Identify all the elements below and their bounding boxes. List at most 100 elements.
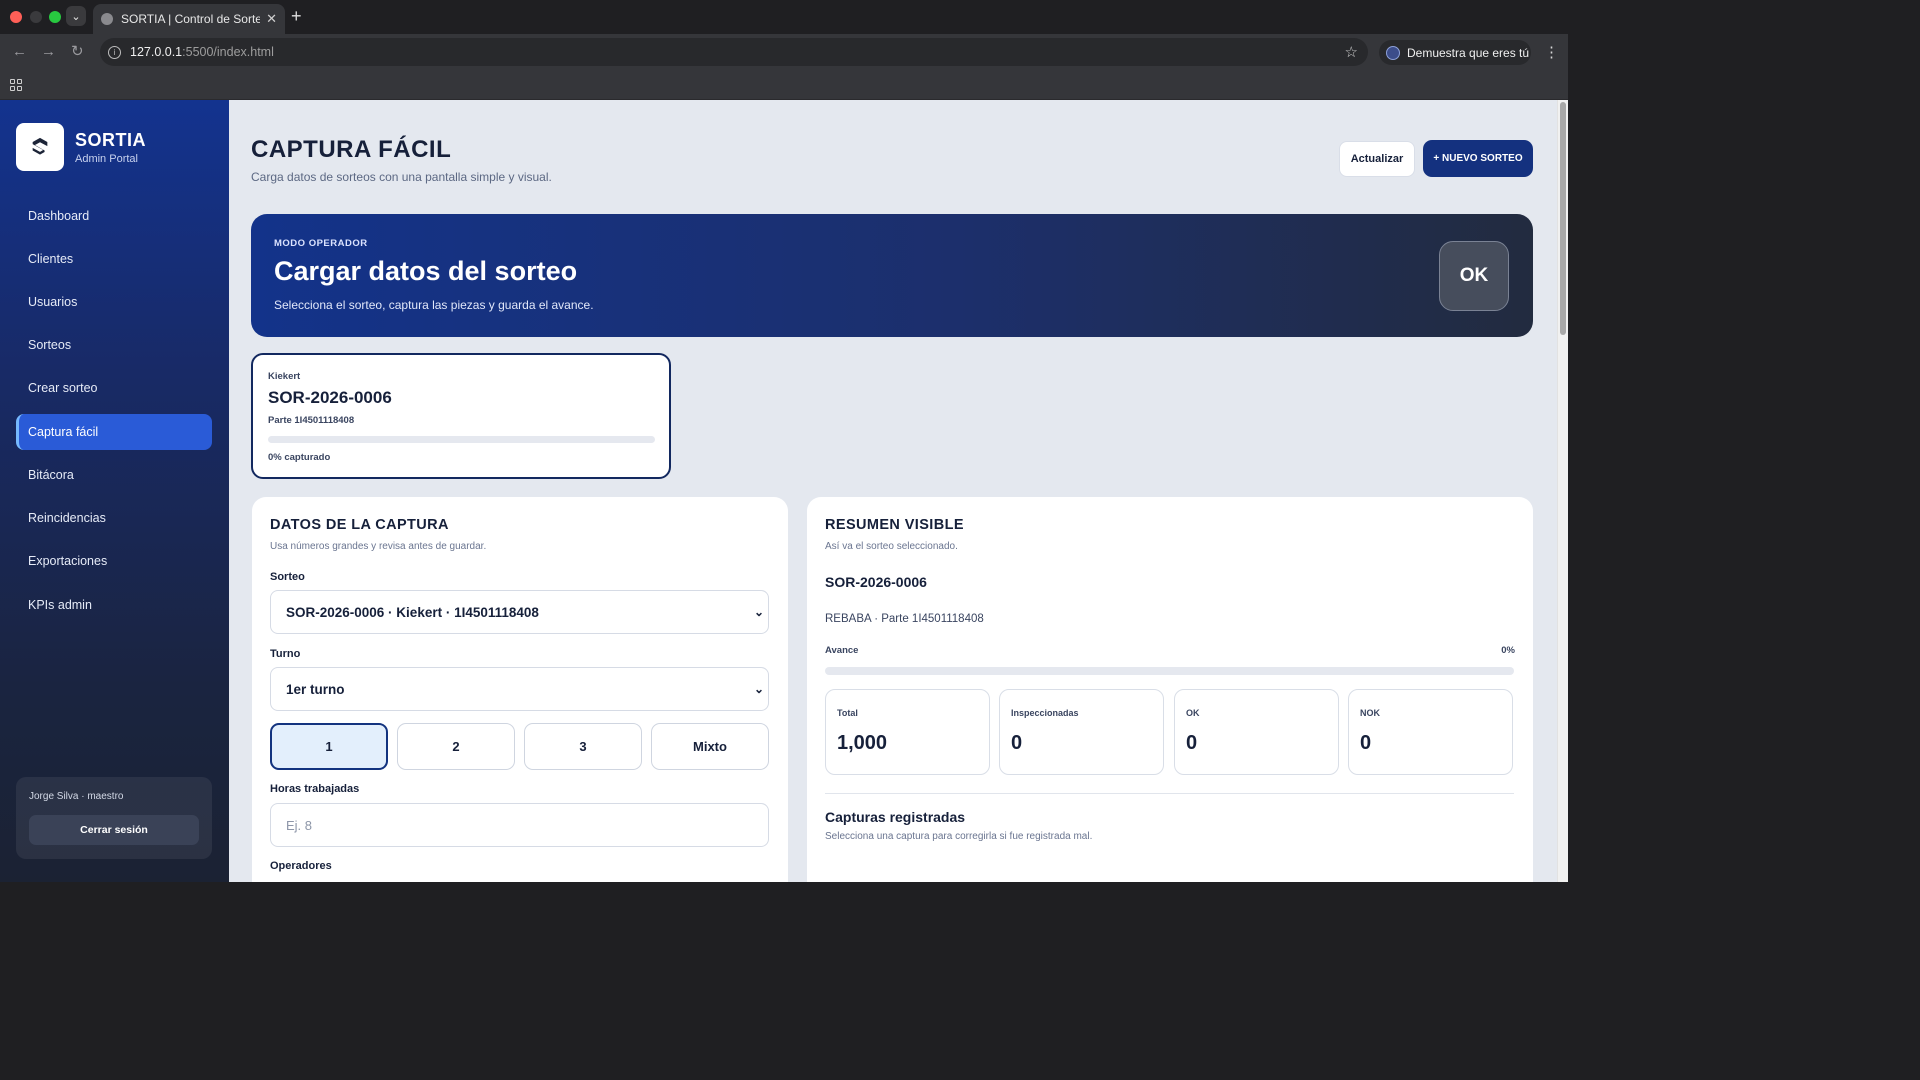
sorteo-card[interactable]: Kiekert SOR-2026-0006 Parte 1I4501118408… [251, 353, 671, 479]
brand-subtitle: Admin Portal [75, 153, 138, 165]
banner-subtitle: Selecciona el sorteo, captura las piezas… [274, 298, 594, 312]
tab-close-icon[interactable]: ✕ [266, 11, 277, 27]
status-badge: OK [1439, 241, 1509, 311]
back-icon[interactable]: ← [12, 43, 27, 61]
sidebar-item-exportaciones[interactable]: Exportaciones [16, 543, 212, 579]
stat-card-inspeccionadas: Inspeccionadas 0 [999, 689, 1164, 775]
page-scrollbar[interactable] [1557, 100, 1568, 882]
chevron-down-icon: ⌄ [753, 682, 764, 696]
url-path: :5500/index.html [182, 45, 274, 59]
banner-kicker: MODO OPERADOR [274, 238, 368, 249]
close-window-button[interactable] [10, 11, 22, 23]
summary-subtitle: Así va el sorteo seleccionado. [825, 541, 958, 552]
shift-button-1[interactable]: 1 [270, 723, 388, 770]
shift-button-3[interactable]: 3 [524, 723, 642, 770]
sidebar-item-crear-sorteo[interactable]: Crear sorteo [16, 370, 212, 406]
tab-search-icon[interactable]: ⌄ [66, 6, 86, 26]
sidebar-item-bitacora[interactable]: Bitácora [16, 457, 212, 493]
divider [825, 793, 1514, 794]
horas-input[interactable]: Ej. 8 [270, 803, 769, 847]
stat-label: NOK [1360, 708, 1380, 718]
maximize-window-button[interactable] [49, 11, 61, 23]
stat-value: 0 [1186, 732, 1198, 754]
browser-tab[interactable]: SORTIA | Control de Sorteos ✕ [93, 4, 285, 34]
horas-field-label: Horas trabajadas [270, 783, 360, 795]
apps-grid-icon[interactable] [10, 79, 22, 91]
shift-button-2[interactable]: 2 [397, 723, 515, 770]
new-sorteo-button[interactable]: + NUEVO SORTEO [1423, 140, 1533, 177]
scrollbar-thumb[interactable] [1560, 102, 1566, 335]
stat-value: 1,000 [837, 732, 888, 754]
sorteo-select-value: SOR-2026-0006 · Kiekert · 1I4501118408 [286, 604, 539, 620]
brand-name: SORTIA [75, 130, 147, 150]
sortia-logo-icon [16, 123, 64, 171]
stat-card-total: Total 1,000 [825, 689, 990, 775]
page-title: CAPTURA FÁCIL [251, 136, 452, 163]
sidebar-item-kpis-admin[interactable]: KPIs admin [16, 587, 212, 623]
forward-icon[interactable]: → [41, 43, 56, 61]
sidebar-item-reincidencias[interactable]: Reincidencias [16, 500, 212, 536]
sorteo-select[interactable]: SOR-2026-0006 · Kiekert · 1I4501118408 ⌄ [270, 590, 769, 634]
profile-chip[interactable]: Demuestra que eres tú [1379, 40, 1531, 65]
stat-label: Total [837, 708, 858, 718]
minimize-window-button[interactable] [30, 11, 42, 23]
stat-value: 0 [1360, 732, 1372, 754]
sorteo-id: SOR-2026-0006 [268, 388, 392, 407]
bookmark-star-icon[interactable]: ☆ [1345, 43, 1358, 61]
page-viewport: SORTIA Admin Portal Dashboard Clientes U… [0, 100, 1568, 882]
shift-button-mixto[interactable]: Mixto [651, 723, 769, 770]
captures-subtitle: Selecciona una captura para corregirla s… [825, 831, 1093, 842]
address-bar-row: ← → ↻ i 127.0.0.1:5500/index.html ☆ Demu… [0, 34, 1568, 70]
sidebar-item-usuarios[interactable]: Usuarios [16, 284, 212, 320]
avance-percent: 0% [1501, 645, 1515, 656]
new-tab-button[interactable]: + [291, 7, 302, 25]
sidebar-item-captura-facil[interactable]: Captura fácil [16, 414, 212, 450]
turno-select[interactable]: 1er turno ⌄ [270, 667, 769, 711]
sorteo-progress-bar [268, 436, 655, 443]
refresh-button[interactable]: Actualizar [1339, 141, 1415, 177]
avance-progress-bar [825, 667, 1514, 675]
sidebar-item-clientes[interactable]: Clientes [16, 241, 212, 277]
operadores-field-label: Operadores [270, 860, 332, 872]
logout-button[interactable]: Cerrar sesión [29, 815, 199, 845]
captures-title: Capturas registradas [825, 809, 966, 825]
sorteo-part: Parte 1I4501118408 [268, 415, 355, 426]
browser-menu-icon[interactable]: ⋮ [1544, 43, 1559, 61]
url-host: 127.0.0.1 [130, 45, 183, 59]
sidebar-item-dashboard[interactable]: Dashboard [16, 198, 212, 234]
avance-label: Avance [825, 645, 859, 656]
stat-card-nok: NOK 0 [1348, 689, 1513, 775]
profile-label: Demuestra que eres tú [1407, 45, 1530, 60]
operator-mode-banner: MODO OPERADOR Cargar datos del sorteo Se… [251, 214, 1533, 337]
main-content: CAPTURA FÁCIL Carga datos de sorteos con… [229, 100, 1557, 882]
summary-sorteo-id: SOR-2026-0006 [825, 574, 927, 590]
user-card: Jorge Silva · maestro Cerrar sesión [16, 777, 212, 859]
site-info-icon[interactable]: i [108, 45, 121, 59]
stat-label: OK [1186, 708, 1200, 718]
sidebar-item-sorteos[interactable]: Sorteos [16, 327, 212, 363]
form-title: DATOS DE LA CAPTURA [270, 517, 449, 533]
url-field[interactable]: i 127.0.0.1:5500/index.html ☆ [100, 38, 1368, 66]
profile-avatar-icon [1386, 45, 1400, 60]
summary-title: RESUMEN VISIBLE [825, 517, 964, 533]
horas-placeholder: Ej. 8 [286, 817, 313, 833]
stat-label: Inspeccionadas [1011, 708, 1079, 718]
banner-title: Cargar datos del sorteo [274, 256, 578, 286]
reload-icon[interactable]: ↻ [71, 43, 84, 61]
form-subtitle: Usa números grandes y revisa antes de gu… [270, 541, 487, 552]
summary-defect-part: REBABA · Parte 1I4501118408 [825, 613, 984, 625]
sorteo-field-label: Sorteo [270, 571, 305, 583]
sorteo-progress-label: 0% capturado [268, 452, 331, 463]
stat-card-ok: OK 0 [1174, 689, 1339, 775]
sidebar: SORTIA Admin Portal Dashboard Clientes U… [0, 100, 229, 882]
bookmarks-bar [0, 70, 1568, 100]
stat-value: 0 [1011, 732, 1023, 754]
sorteo-client: Kiekert [268, 371, 301, 382]
tab-title: SORTIA | Control de Sorteos [121, 12, 261, 26]
browser-tab-bar: ⌄ SORTIA | Control de Sorteos ✕ + [0, 0, 1568, 34]
summary-panel: RESUMEN VISIBLE Así va el sorteo selecci… [807, 497, 1533, 882]
turno-field-label: Turno [270, 648, 301, 660]
user-label: Jorge Silva · maestro [29, 791, 124, 802]
page-subtitle: Carga datos de sorteos con una pantalla … [251, 170, 552, 184]
capture-form-panel: DATOS DE LA CAPTURA Usa números grandes … [252, 497, 788, 882]
